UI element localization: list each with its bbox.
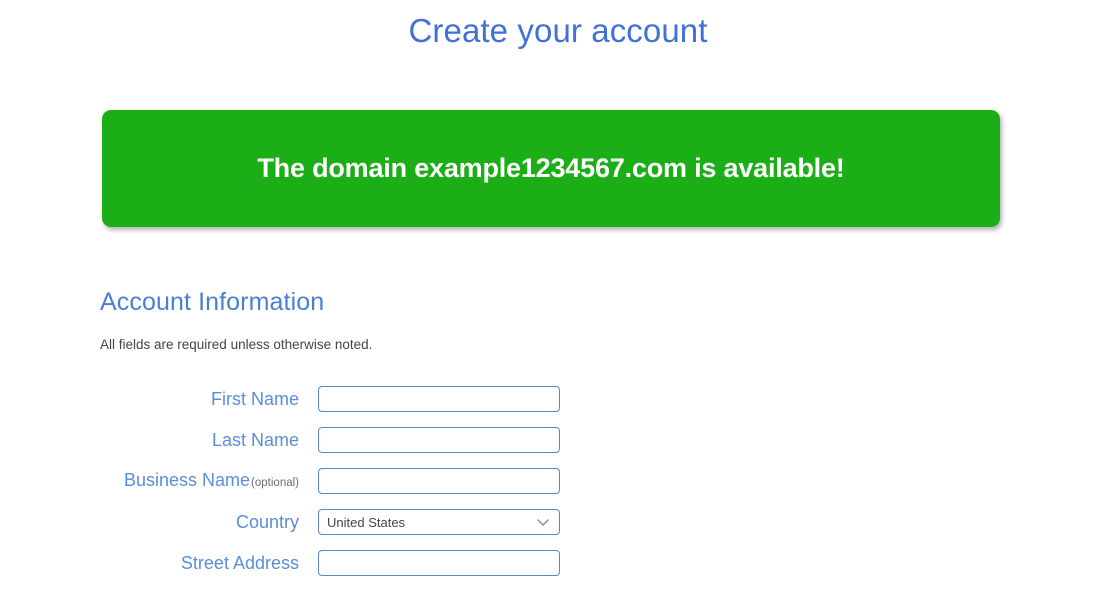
business-name-field-wrap [318,468,560,494]
section-note: All fields are required unless otherwise… [100,336,373,352]
last-name-field-wrap [318,427,560,453]
form-row: Business Name(optional) [0,468,1116,494]
section-heading: Account Information [100,288,325,316]
banner-body: The domain example1234567.com is availab… [102,110,1000,227]
domain-availability-banner: The domain example1234567.com is availab… [102,110,1000,227]
country-selected-value: United States [327,514,406,530]
first-name-label: First Name [0,389,318,409]
label-text: Last Name [211,430,299,450]
country-select[interactable]: United States [318,509,560,535]
form-row: Country United States [0,509,1116,535]
street-address-input[interactable] [318,550,560,576]
first-name-input[interactable] [318,386,560,412]
label-text: Country [235,512,299,532]
street-address-label: Street Address [0,553,318,573]
country-field-wrap: United States [318,509,560,535]
banner-message: The domain example1234567.com is availab… [257,153,845,183]
first-name-field-wrap [318,386,560,412]
optional-tag: (optional) [251,476,299,489]
street-address-field-wrap [318,550,560,576]
form-row: Street Address [0,550,1116,576]
last-name-input[interactable] [318,427,560,453]
country-label: Country [0,512,318,532]
business-name-input[interactable] [318,468,560,494]
account-information-section: Account Information All fields are requi… [100,288,1100,351]
label-text: Business Name [123,469,251,490]
business-name-label: Business Name(optional) [0,470,318,493]
form-row: Last Name [0,427,1116,453]
form-row: First Name [0,386,1116,412]
label-text: Street Address [180,553,299,573]
chevron-down-icon [535,514,551,530]
label-text: First Name [210,389,299,409]
page-title: Create your account [408,12,708,49]
account-information-form: First Name Last Name Business Name(optio… [0,386,1116,591]
last-name-label: Last Name [0,430,318,450]
